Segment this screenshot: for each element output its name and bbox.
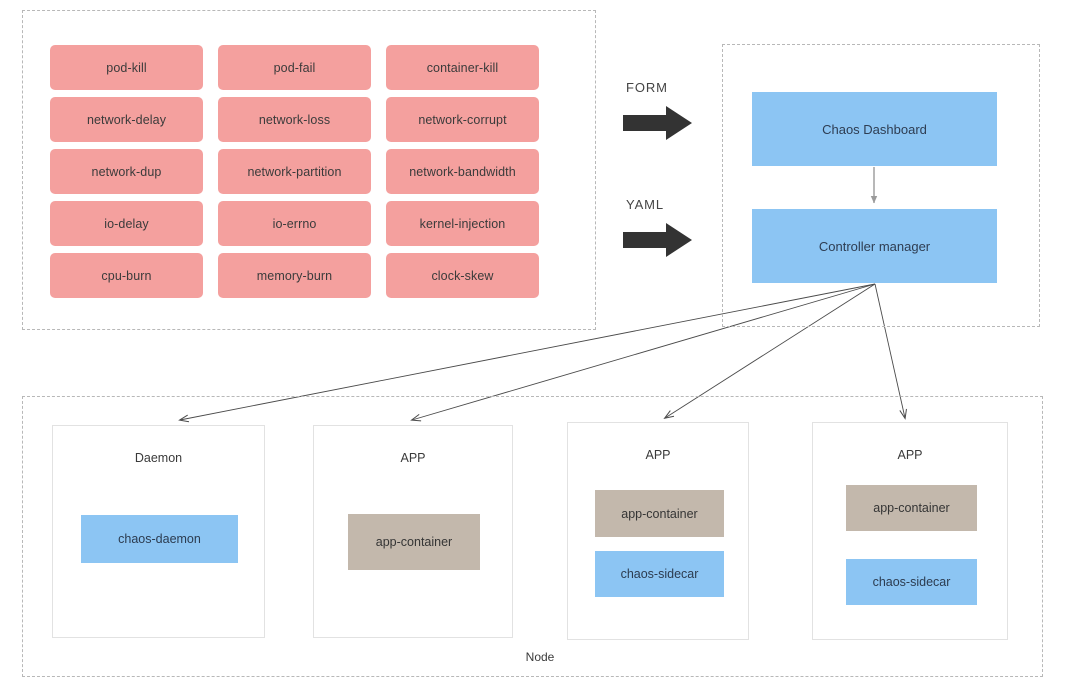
chaos-sidecar-box[interactable]: chaos-sidecar <box>846 559 977 605</box>
block-arrow-right-icon <box>623 106 692 140</box>
experiment-chip-kernel-injection[interactable]: kernel-injection <box>386 201 539 246</box>
experiment-chip-cpu-burn[interactable]: cpu-burn <box>50 253 203 298</box>
experiment-chip-network-delay[interactable]: network-delay <box>50 97 203 142</box>
experiment-chip-label: network-bandwidth <box>409 164 516 179</box>
experiment-type-grid: pod-kill pod-fail container-kill network… <box>50 45 565 298</box>
node-card-daemon: Daemon chaos-daemon <box>52 425 265 638</box>
experiment-chip-label: pod-fail <box>273 60 316 75</box>
control-plane-panel <box>722 44 1040 327</box>
experiment-chip-label: network-corrupt <box>418 112 507 127</box>
app-container-box[interactable]: app-container <box>595 490 724 537</box>
app-container-box[interactable]: app-container <box>846 485 977 531</box>
chaos-dashboard-box[interactable]: Chaos Dashboard <box>752 92 997 166</box>
experiment-chip-pod-fail[interactable]: pod-fail <box>218 45 371 90</box>
experiment-chip-network-dup[interactable]: network-dup <box>50 149 203 194</box>
node-card-title: APP <box>897 448 923 462</box>
architecture-diagram: pod-kill pod-fail container-kill network… <box>0 0 1080 692</box>
input-method-yaml: YAML <box>622 197 694 259</box>
app-container-label: app-container <box>873 501 950 515</box>
experiment-chip-label: network-dup <box>91 164 162 179</box>
experiment-chip-label: io-delay <box>104 216 149 231</box>
input-method-yaml-label: YAML <box>626 197 665 212</box>
experiment-chip-label: network-partition <box>247 164 342 179</box>
node-card-title: APP <box>400 451 426 465</box>
node-panel-label: Node <box>525 650 555 664</box>
node-card-app-1: APP app-container <box>313 425 513 638</box>
chaos-daemon-box[interactable]: chaos-daemon <box>81 515 238 563</box>
experiment-chip-label: network-loss <box>258 112 331 127</box>
node-card-title: Daemon <box>134 451 183 465</box>
node-card-app-3: APP app-container chaos-sidecar <box>812 422 1008 640</box>
node-card-app-2: APP app-container chaos-sidecar <box>567 422 749 640</box>
app-container-box[interactable]: app-container <box>348 514 480 570</box>
app-container-label: app-container <box>375 535 453 549</box>
block-arrow-right-icon <box>623 223 692 257</box>
controller-manager-box[interactable]: Controller manager <box>752 209 997 283</box>
input-method-form-label: FORM <box>626 80 668 95</box>
experiment-chip-memory-burn[interactable]: memory-burn <box>218 253 371 298</box>
chaos-sidecar-label: chaos-sidecar <box>620 567 699 581</box>
experiment-chip-container-kill[interactable]: container-kill <box>386 45 539 90</box>
controller-manager-label: Controller manager <box>818 238 931 254</box>
experiment-chip-io-delay[interactable]: io-delay <box>50 201 203 246</box>
experiment-chip-label: io-errno <box>272 216 317 231</box>
app-container-label: app-container <box>621 506 698 521</box>
experiment-chip-label: memory-burn <box>256 268 333 283</box>
experiment-chip-pod-kill[interactable]: pod-kill <box>50 45 203 90</box>
experiment-chip-clock-skew[interactable]: clock-skew <box>386 253 539 298</box>
node-card-title: APP <box>645 448 671 462</box>
chaos-daemon-label: chaos-daemon <box>118 532 201 546</box>
chaos-sidecar-label: chaos-sidecar <box>872 575 951 589</box>
experiment-chip-network-corrupt[interactable]: network-corrupt <box>386 97 539 142</box>
experiment-chip-label: kernel-injection <box>419 216 506 231</box>
experiment-chip-label: network-delay <box>86 112 167 127</box>
input-method-form: FORM <box>622 80 694 142</box>
experiment-chip-label: container-kill <box>426 60 499 75</box>
experiment-chip-network-loss[interactable]: network-loss <box>218 97 371 142</box>
experiment-chip-io-errno[interactable]: io-errno <box>218 201 371 246</box>
experiment-chip-network-partition[interactable]: network-partition <box>218 149 371 194</box>
chaos-dashboard-label: Chaos Dashboard <box>822 121 927 137</box>
experiment-chip-label: cpu-burn <box>101 268 152 283</box>
experiment-chip-label: pod-kill <box>106 60 147 75</box>
experiment-chip-network-bandwidth[interactable]: network-bandwidth <box>386 149 539 194</box>
chaos-sidecar-box[interactable]: chaos-sidecar <box>595 551 724 597</box>
experiment-chip-label: clock-skew <box>431 268 494 283</box>
